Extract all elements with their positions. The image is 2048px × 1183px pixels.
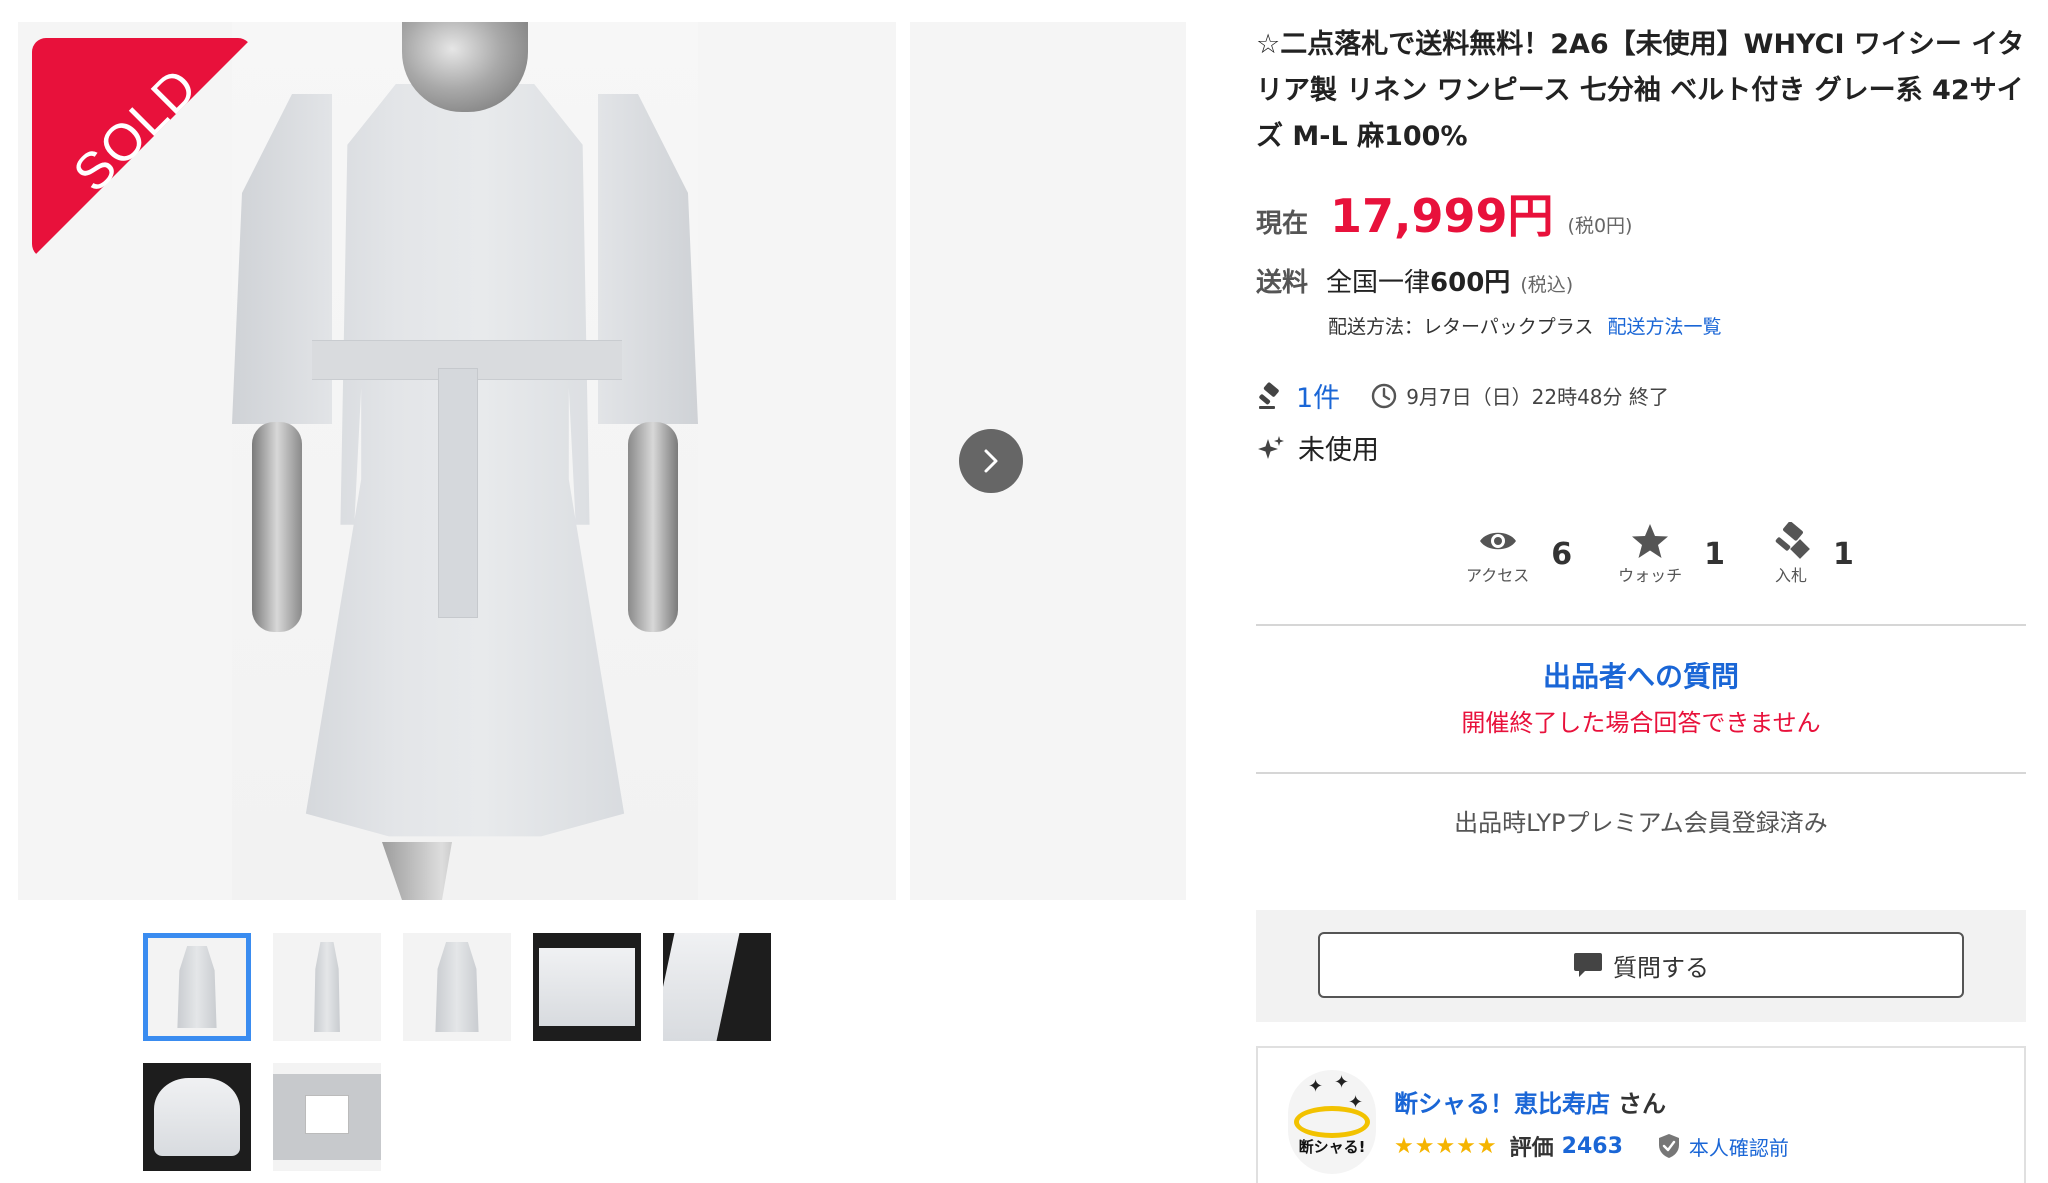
rating-value-link[interactable]: 2463	[1562, 1134, 1623, 1159]
clock-icon	[1371, 383, 1397, 408]
mannequin-arm-right	[628, 422, 678, 632]
ask-question-button[interactable]: 質問する	[1318, 932, 1964, 998]
thumbnail-fabric-image	[153, 1078, 241, 1156]
thumbnail-dress-image	[435, 941, 479, 1033]
next-image-preview[interactable]	[910, 22, 1186, 900]
divider	[1256, 624, 2026, 626]
seller-question-link[interactable]: 出品者への質問	[1256, 655, 2026, 695]
sparkle-icon	[1258, 435, 1284, 459]
shipping-row: 送料 全国一律 600円 (税込)	[1256, 262, 1573, 299]
seller-honorific: さん	[1618, 1090, 1666, 1118]
mannequin-legs	[382, 842, 452, 900]
ask-question-box: 質問する	[1256, 910, 2026, 1022]
rating-stars: ★★★★★	[1394, 1133, 1498, 1159]
avatar-ring	[1294, 1106, 1370, 1138]
gavel-icon	[1259, 381, 1279, 409]
rating-label: 評価	[1509, 1136, 1554, 1161]
price-row: 現在 17,999円 (税0円)	[1256, 180, 1632, 246]
stat-bid: 入札 1	[1771, 522, 1854, 586]
thumbnail-fabric-image	[539, 948, 635, 1026]
stat-watch-value: 1	[1704, 536, 1725, 572]
item-condition: 未使用	[1298, 435, 1379, 466]
thumbnail-3[interactable]	[403, 933, 511, 1041]
stat-bid-label: 入札	[1774, 566, 1807, 585]
bid-count-link[interactable]: 1件	[1296, 376, 1340, 415]
ask-question-label: 質問する	[1613, 953, 1709, 982]
stat-watch-label: ウォッチ	[1618, 566, 1683, 585]
speech-bubble-icon	[1574, 953, 1602, 977]
thumbnail-2[interactable]	[273, 933, 381, 1041]
next-image-button[interactable]	[959, 429, 1023, 493]
item-stats: アクセス 6 ウォッチ 1 入札 1	[1466, 522, 1854, 586]
eye-icon	[1479, 532, 1516, 550]
lyp-premium-note: 出品時LYPプレミアム会員登録済み	[1454, 809, 1828, 837]
thumbnail-5[interactable]	[663, 933, 771, 1041]
thumbnail-dress-image	[314, 941, 340, 1033]
mannequin-arm-left	[252, 422, 302, 632]
stat-access-label: アクセス	[1466, 566, 1530, 585]
product-photo	[232, 22, 698, 900]
condition-row: 未使用	[1256, 428, 1379, 467]
question-closed-note: 開催終了した場合回答できません	[1461, 709, 1821, 737]
price-tax: (税0円)	[1567, 215, 1633, 237]
stat-access-label-wrap: アクセス	[1466, 522, 1529, 586]
stat-access: アクセス 6	[1466, 522, 1572, 586]
shipping-label: 送料	[1256, 268, 1309, 298]
gallery-gap	[896, 22, 910, 900]
shipping-method-label: 配送方法：レターパックプラス	[1328, 316, 1594, 338]
seller-name-row: 断シャる！恵比寿店 さん	[1394, 1084, 1666, 1119]
auction-end-time: 9月7日（日）22時48分 終了	[1406, 385, 1669, 409]
thumbnail-dress-image	[177, 945, 217, 1029]
gavel-icon	[1775, 522, 1810, 559]
seller-avatar[interactable]: ✦ ✦ ✦ 断シャる!	[1288, 1070, 1376, 1174]
bid-row: 1件 9月7日（日）22時48分 終了	[1256, 376, 1669, 415]
dress-belt-tail	[438, 368, 478, 618]
shipping-cost: 600円	[1430, 268, 1511, 298]
thumbnail-6[interactable]	[143, 1063, 251, 1171]
seller-meta: ★★★★★ 評価 2463 本人確認前	[1394, 1130, 1789, 1162]
avatar-logo-text: 断シャる!	[1298, 1138, 1366, 1156]
shipping-method: 配送方法：レターパックプラス 配送方法一覧	[1328, 312, 1722, 339]
shipping-prefix: 全国一律	[1326, 268, 1431, 298]
price-label: 現在	[1256, 209, 1309, 239]
item-title: ☆二点落札で送料無料！2A6【未使用】WHYCI ワイシー イタリア製 リネン …	[1256, 29, 2025, 152]
chevron-right-icon	[984, 449, 998, 473]
shipping-method-link[interactable]: 配送方法一覧	[1607, 316, 1721, 338]
seller-card: ✦ ✦ ✦ 断シャる! 断シャる！恵比寿店 さん ★★★★★ 評価 2463 本人…	[1256, 1046, 2026, 1183]
thumbnail-tag-image	[305, 1095, 349, 1135]
stat-bid-label-wrap: 入札	[1771, 522, 1811, 586]
shipping-tax: (税込)	[1520, 274, 1574, 296]
divider	[1256, 772, 2026, 774]
stat-watch: ウォッチ 1	[1618, 522, 1725, 586]
stat-access-value: 6	[1551, 536, 1573, 572]
verification-status[interactable]: 本人確認前	[1689, 1132, 1789, 1161]
stat-watch-label-wrap: ウォッチ	[1618, 522, 1682, 586]
current-price: 17,999円	[1330, 189, 1554, 243]
shield-check-icon	[1658, 1134, 1679, 1158]
stat-bid-value: 1	[1832, 536, 1854, 572]
thumbnail-7[interactable]	[273, 1063, 381, 1171]
sparkle-icon: ✦	[1308, 1076, 1324, 1097]
thumbnail-1[interactable]	[143, 933, 251, 1041]
star-icon	[1632, 524, 1669, 558]
sparkle-icon: ✦	[1334, 1072, 1350, 1093]
thumbnail-4[interactable]	[533, 933, 641, 1041]
seller-name-link[interactable]: 断シャる！恵比寿店	[1394, 1090, 1610, 1118]
